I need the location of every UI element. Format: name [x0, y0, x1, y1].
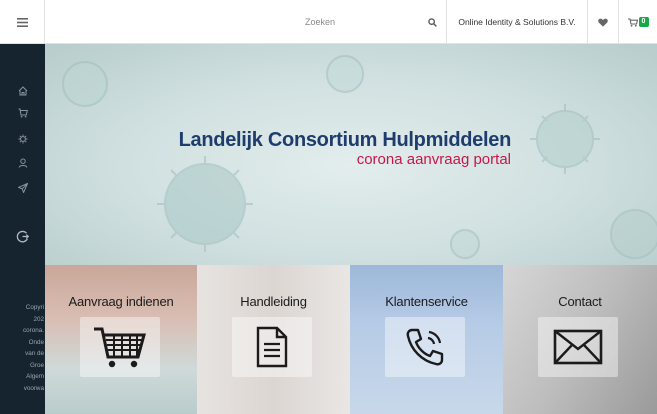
sidebar-item-profile[interactable]	[0, 152, 45, 174]
cart-count-badge: 0	[638, 17, 649, 27]
menu-button[interactable]	[0, 0, 45, 44]
hero-subtitle: corona aanvraag portal	[356, 151, 511, 168]
tile-klantenservice[interactable]: Klantenservice	[350, 265, 503, 414]
cart-button[interactable]: 0	[619, 0, 657, 44]
cart-icon	[18, 108, 28, 118]
account-label: Online Identity & Solutions B.V.	[458, 17, 576, 27]
wishlist-button[interactable]	[588, 0, 619, 44]
home-icon	[18, 86, 27, 96]
tile-icon-box	[232, 317, 312, 377]
sidebar-item-logout[interactable]	[0, 225, 45, 247]
virus-icon	[18, 134, 27, 144]
send-icon	[17, 183, 28, 193]
search-button[interactable]	[420, 0, 445, 44]
cart-icon	[627, 17, 638, 27]
heart-icon	[598, 18, 608, 27]
logout-icon	[16, 230, 29, 242]
tile-aanvraag-indienen[interactable]: Aanvraag indienen	[45, 265, 197, 414]
tile-label: Klantenservice	[385, 294, 468, 309]
footer-line[interactable]: corona.	[0, 325, 44, 337]
tile-label: Aanvraag indienen	[68, 294, 174, 309]
document-icon	[256, 326, 288, 368]
top-bar: Online Identity & Solutions B.V. 0	[0, 0, 657, 44]
search-input[interactable]	[45, 0, 405, 44]
footer-line: voorwa	[23, 384, 44, 392]
tile-icon-box	[385, 317, 465, 377]
sidebar-item-home[interactable]	[0, 80, 45, 102]
footer-line: Groe	[30, 361, 44, 369]
footer-line: van de	[25, 350, 44, 357]
tile-icon-box	[538, 317, 618, 377]
hero-title: Landelijk Consortium Hulpmiddelen	[178, 129, 512, 151]
search-icon	[428, 17, 437, 27]
hero-banner: Landelijk Consortium Hulpmiddelen corona…	[45, 44, 657, 265]
sidebar: Copyri 202 corona. Onde van de Groe Alge…	[0, 44, 45, 414]
sidebar-footer: Copyri 202 corona. Onde van de Groe Alge…	[0, 302, 45, 394]
tile-contact[interactable]: Contact	[503, 265, 657, 414]
footer-line[interactable]: Algem	[0, 371, 44, 383]
sidebar-item-corona[interactable]	[0, 128, 45, 150]
shopping-cart-icon	[94, 327, 146, 368]
footer-line: 202	[33, 315, 44, 323]
search-bar	[45, 0, 445, 44]
hamburger-menu-icon	[16, 17, 28, 27]
tile-icon-box	[80, 317, 160, 377]
account-button[interactable]: Online Identity & Solutions B.V.	[446, 0, 588, 44]
envelope-icon	[553, 329, 603, 365]
tile-handleiding[interactable]: Handleiding	[197, 265, 350, 414]
tile-label: Contact	[558, 294, 602, 309]
sidebar-item-send[interactable]	[0, 177, 45, 199]
footer-line: Copyri	[25, 304, 44, 311]
tile-label: Handleiding	[240, 294, 307, 309]
user-icon	[18, 158, 27, 168]
footer-line: Onde	[28, 338, 44, 346]
sidebar-item-cart[interactable]	[0, 102, 45, 124]
phone-icon	[406, 328, 444, 366]
